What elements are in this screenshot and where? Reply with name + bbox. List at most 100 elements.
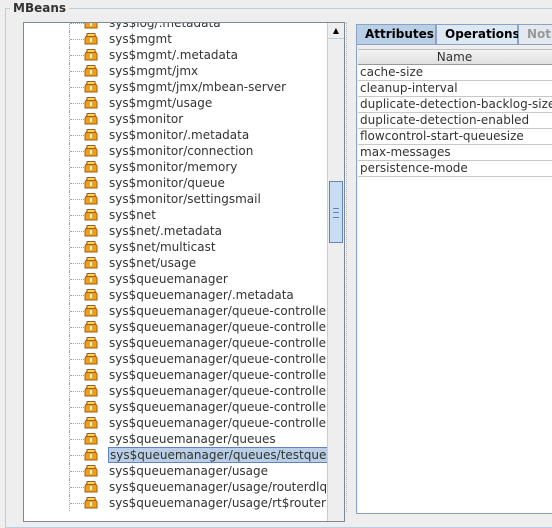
tree-node-label: sys$queuemanager/queues/testqueue (108, 447, 344, 463)
mbean-node-icon (84, 23, 98, 29)
tree-connector-line (70, 343, 84, 344)
tree-connector-line (70, 455, 84, 456)
attributes-tab-content: Name cache-size cleanup-interval duplicate… (356, 44, 552, 514)
tree-connector-line (70, 487, 84, 488)
mbean-node-icon (84, 257, 98, 269)
tree-node[interactable]: sys$queuemanager/queue-controllers/07 (24, 415, 344, 431)
mbean-node-icon (84, 337, 98, 349)
split-pane-divider[interactable] (346, 22, 352, 512)
tab-operations[interactable]: Operations (436, 24, 520, 44)
attribute-row[interactable]: duplicate-detection-enabled (358, 113, 552, 129)
tree-connector-line (70, 167, 84, 168)
tree-node[interactable]: sys$net (24, 207, 327, 223)
tree-node[interactable]: sys$mgmt (24, 31, 327, 47)
tree-node-label: sys$queuemanager/queue-controllers/05 (109, 384, 345, 398)
tree-node-label: sys$queuemanager/queue-controllers/07 (109, 416, 345, 430)
tree-node[interactable]: sys$queuemanager/usage (24, 463, 327, 479)
tree-node[interactable]: sys$monitor/queue (24, 175, 327, 191)
tree-connector-line (70, 263, 84, 264)
mbean-node-icon (84, 193, 98, 205)
tree-connector-line (70, 311, 84, 312)
tree-connector-line (70, 247, 84, 248)
name-column-header[interactable]: Name (358, 49, 552, 65)
tree-node[interactable]: sys$monitor/memory (24, 159, 327, 175)
attribute-row[interactable]: persistence-mode (358, 161, 552, 177)
mbean-node-icon (84, 449, 98, 461)
tree-node-label: sys$queuemanager (109, 272, 228, 286)
tree-node[interactable]: sys$queuemanager/queue-controllers/05 (24, 383, 344, 399)
tree-node[interactable]: sys$queuemanager/queue-controllers/06 (24, 399, 344, 415)
mbean-node-icon (84, 113, 98, 125)
attribute-row[interactable]: cleanup-interval (358, 81, 552, 97)
tree-connector-line (70, 199, 84, 200)
tree-node-label: sys$queuemanager/usage (109, 464, 269, 478)
tree-connector-line (70, 359, 84, 360)
tree-node-label: sys$mgmt/.metadata (109, 48, 238, 62)
tree-node-label: sys$net/usage (109, 256, 197, 270)
mbean-node-icon (84, 97, 98, 109)
tree-node[interactable]: sys$queuemanager (24, 271, 327, 287)
tree-node[interactable]: sys$mgmt/jmx/mbean-server (24, 79, 327, 95)
tree-connector-line (70, 39, 84, 40)
tree-connector-line (70, 103, 84, 104)
attribute-row[interactable]: cache-size (358, 65, 552, 81)
tree-node[interactable]: sys$monitor/connection (24, 143, 327, 159)
mbean-node-icon (84, 369, 98, 381)
tree-node[interactable]: sys$mgmt/jmx (24, 63, 327, 79)
tree-node[interactable]: sys$queuemanager/usage/rt$router2 (24, 495, 334, 511)
mbean-node-icon (84, 145, 98, 157)
tree-node[interactable]: sys$queuemanager/queue-controllers (24, 303, 337, 319)
tree-node-label: sys$queuemanager/queues (109, 432, 276, 446)
tree-node[interactable]: sys$monitor/.metadata (24, 127, 327, 143)
tab-attributes[interactable]: Attributes (356, 24, 436, 44)
attribute-row[interactable]: flowcontrol-start-queuesize (358, 129, 552, 145)
tree-node[interactable]: sys$queuemanager/queue-controllers/04 (24, 367, 344, 383)
attribute-row[interactable]: duplicate-detection-backlog-size (358, 97, 552, 113)
mbean-tree[interactable]: sys$log/.metadata sys$mgmt sys$mgmt/.metad… (23, 22, 345, 522)
mbean-node-icon (84, 273, 98, 285)
tree-vertical-scrollbar[interactable]: ▲ (327, 23, 344, 521)
scrollbar-thumb[interactable] (329, 181, 343, 243)
mbean-node-icon (84, 465, 98, 477)
scroll-up-arrow-icon[interactable]: ▲ (328, 23, 344, 39)
tree-node-label: sys$monitor/settingsmail (109, 192, 261, 206)
tree-node[interactable]: sys$net/usage (24, 255, 327, 271)
tree-node[interactable]: sys$queuemanager/.metadata (24, 287, 327, 303)
tree-node-label: sys$mgmt (109, 32, 172, 46)
tree-node[interactable]: sys$queuemanager/queue-controllers/03 (24, 351, 344, 367)
mbean-node-icon (84, 225, 98, 237)
mbean-node-icon (84, 481, 98, 493)
mbean-node-icon (84, 241, 98, 253)
mbean-node-icon (84, 497, 98, 509)
tree-connector-line (70, 503, 84, 504)
tree-node[interactable]: sys$queuemanager/queue-controllers/02 (24, 335, 344, 351)
mbean-node-icon (84, 81, 98, 93)
tree-node[interactable]: sys$net/.metadata (24, 223, 327, 239)
tree-node-label: sys$queuemanager/.metadata (109, 288, 294, 302)
tree-node[interactable]: sys$mgmt/.metadata (24, 47, 327, 63)
tree-node-label: sys$queuemanager/usage/routerdlq (109, 480, 328, 494)
tree-connector-line (70, 327, 84, 328)
tree-node-label: sys$queuemanager/queue-controllers/02 (109, 336, 345, 350)
tree-node[interactable]: sys$queuemanager/queues/testqueue (24, 447, 344, 463)
attribute-row[interactable]: max-messages (358, 145, 552, 161)
mbean-node-icon (84, 305, 98, 317)
mbeans-group-title: MBeans (10, 0, 70, 16)
mbean-node-icon (84, 289, 98, 301)
tree-node-label: sys$queuemanager/usage/rt$router2 (109, 496, 334, 510)
scrollbar-grip-icon (333, 208, 339, 218)
tree-node[interactable]: sys$monitor (24, 111, 327, 127)
tree-node-label: sys$mgmt/usage (109, 96, 213, 110)
tree-node[interactable]: sys$queuemanager/queue-controllers/01 (24, 319, 344, 335)
tree-connector-line (70, 135, 84, 136)
tree-node[interactable]: sys$net/multicast (24, 239, 327, 255)
tree-node[interactable]: sys$queuemanager/usage/routerdlq (24, 479, 327, 495)
tree-node[interactable]: sys$log/.metadata (24, 23, 327, 31)
tab-notif: Notif (518, 24, 552, 44)
tree-node[interactable]: sys$queuemanager/queues (24, 431, 327, 447)
tree-node[interactable]: sys$monitor/settingsmail (24, 191, 327, 207)
mbean-node-icon (84, 177, 98, 189)
tree-node-label: sys$queuemanager/queue-controllers (109, 304, 338, 318)
tree-connector-line (70, 23, 84, 24)
tree-node[interactable]: sys$mgmt/usage (24, 95, 327, 111)
